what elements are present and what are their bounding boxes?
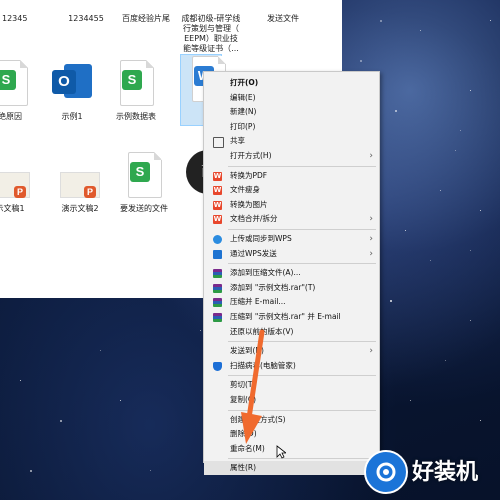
watermark-logo: 好装机	[360, 446, 500, 494]
watermark-logo-icon	[364, 450, 408, 494]
watermark-logo-text: 好装机	[412, 460, 479, 485]
orange-arrow-annotation	[241, 329, 265, 444]
mouse-cursor-icon	[276, 444, 288, 463]
